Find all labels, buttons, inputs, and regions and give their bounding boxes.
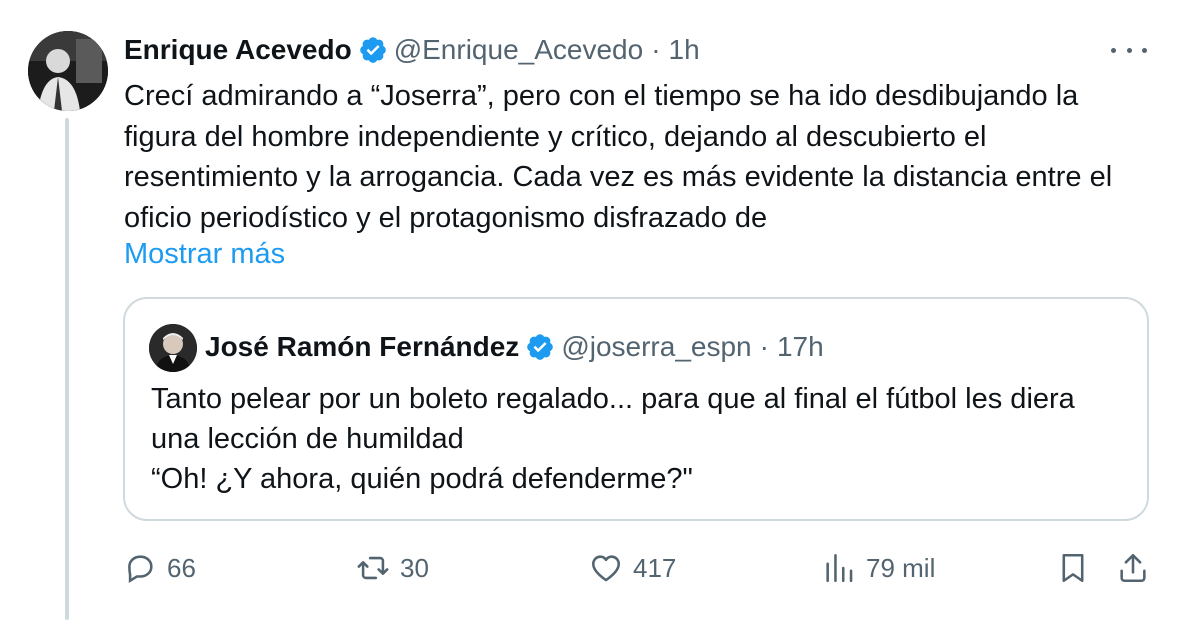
retweet-icon [357,556,389,580]
quoted-text-line: una lección de humildad [151,423,464,455]
quoted-tweet-card[interactable]: José Ramón Fernández @joserra_espn · 17h… [123,297,1149,521]
show-more-link[interactable]: Mostrar más [124,234,285,274]
verified-badge-icon [359,37,386,63]
retweet-button[interactable]: 30 [356,546,429,590]
quoted-text-line: Tanto pelear por un boleto regalado... p… [151,383,1075,415]
quoted-tweet-timestamp[interactable]: 17h [777,331,824,363]
reply-count: 66 [167,552,196,583]
quoted-tweet-header: José Ramón Fernández @joserra_espn · 17h [205,326,824,368]
quoted-text-line: “Oh! ¿Y ahora, quién podrá defenderme?" [151,463,693,495]
separator-dot: · [759,331,769,362]
reply-icon [128,555,153,584]
bookmark-button[interactable] [1056,546,1090,590]
views-button[interactable]: 79 mil [822,546,935,590]
tweet-timestamp[interactable]: 1h [669,34,700,66]
like-count: 417 [633,552,677,583]
quoted-tweet-body: Tanto pelear por un boleto regalado... p… [151,379,1141,499]
author-handle[interactable]: @Enrique_Acevedo [394,34,643,66]
tweet-body-text: Crecí admirando a “Joserra”, pero con el… [124,80,1113,234]
quoted-author-avatar[interactable] [149,324,197,372]
separator-dot: · [651,34,661,65]
author-name[interactable]: Enrique Acevedo [124,34,352,66]
quoted-author-name[interactable]: José Ramón Fernández [205,331,519,363]
more-options-icon[interactable] [1111,38,1147,62]
like-button[interactable]: 417 [589,546,676,590]
share-button[interactable] [1116,546,1150,590]
heart-icon [591,555,621,582]
reply-button[interactable]: 66 [123,546,196,590]
author-avatar-image [28,31,108,111]
quoted-author-avatar-image [149,324,197,372]
views-count: 79 mil [866,552,936,583]
quoted-author-handle[interactable]: @joserra_espn [561,331,751,363]
verified-badge-icon [527,334,554,360]
bookmark-icon [1062,553,1084,583]
author-avatar[interactable] [28,31,108,111]
tweet-action-bar: 66 30 417 79 mil [0,546,1199,590]
views-chart-icon [826,553,853,583]
tweet-header: Enrique Acevedo @Enrique_Acevedo · 1h [124,30,700,70]
share-icon [1120,553,1146,583]
retweet-count: 30 [400,552,429,583]
thread-connector-line [65,118,69,620]
